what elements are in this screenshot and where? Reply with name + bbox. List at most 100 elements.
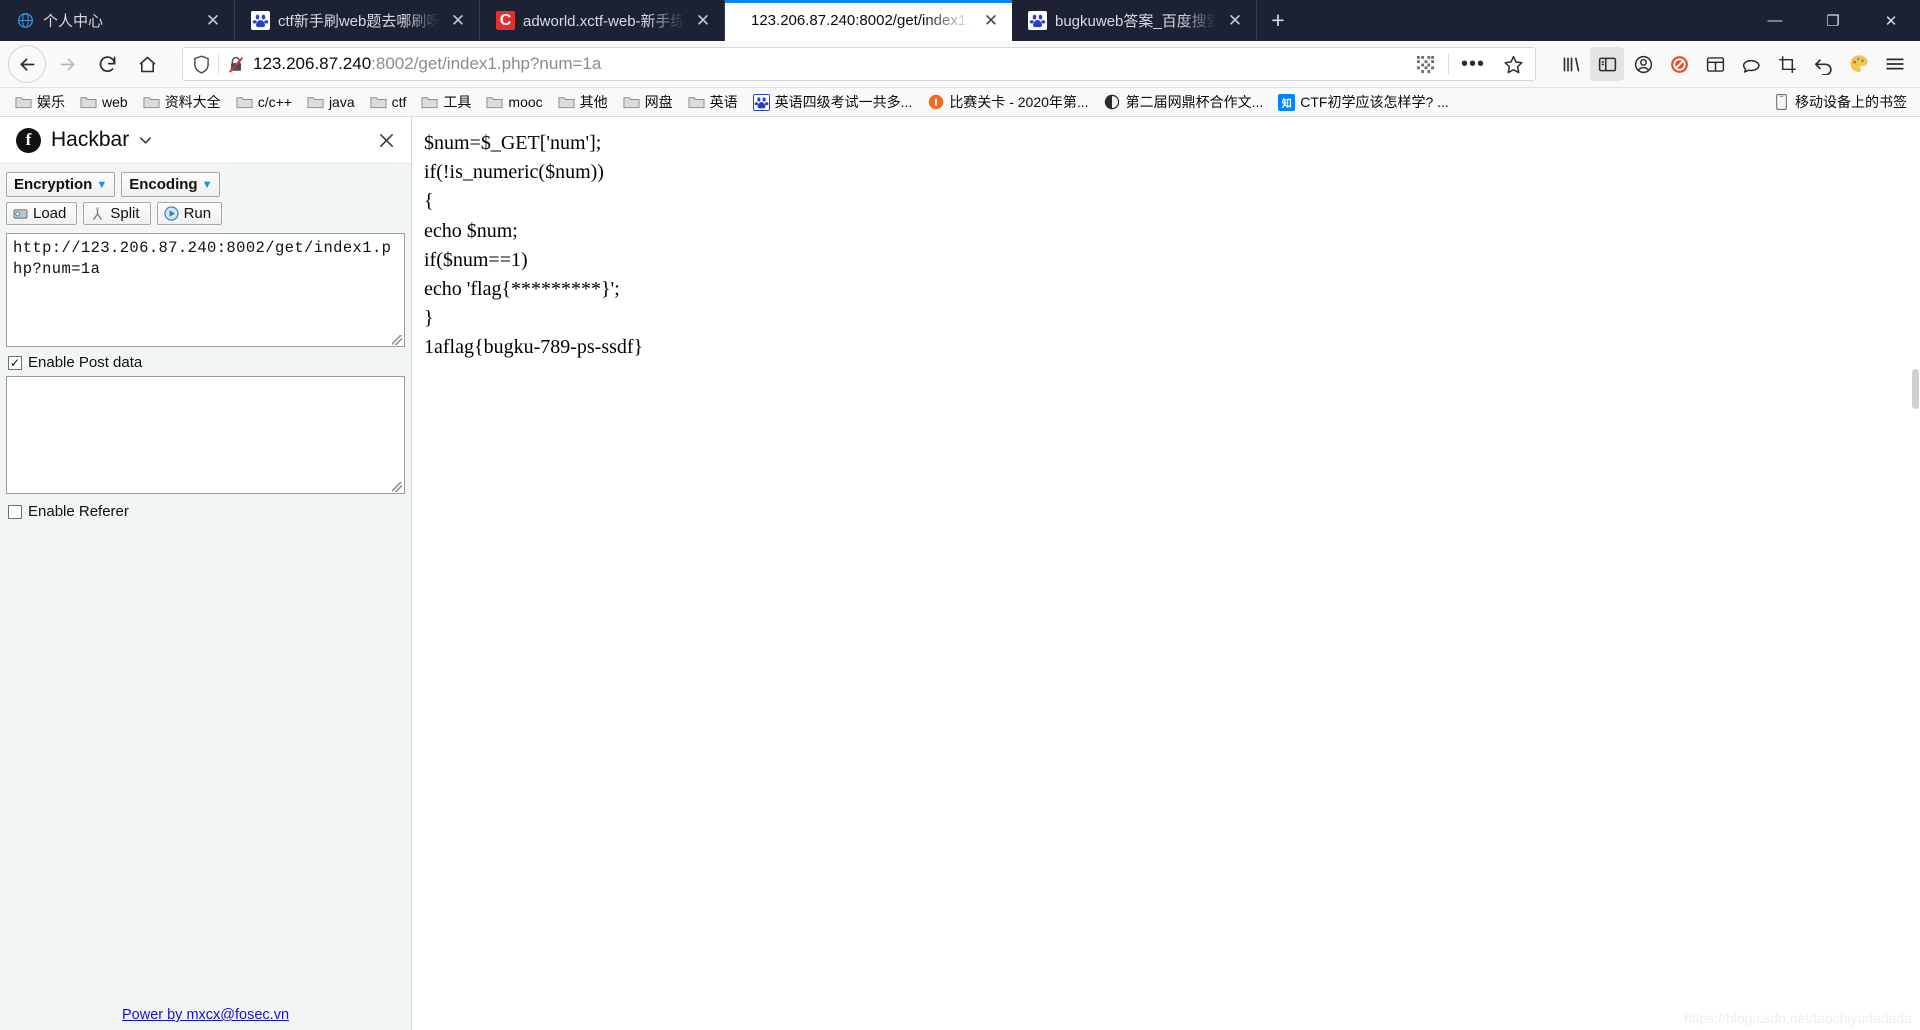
chat-bubble-icon[interactable]: [1734, 47, 1768, 81]
hackbar-credit-link[interactable]: Power by mxcx@fosec.vn: [122, 1007, 289, 1023]
account-circle-icon[interactable]: [1626, 47, 1660, 81]
browser-tab[interactable]: C adworld.xctf-web-新手练习区 ✕: [480, 0, 725, 41]
tab-close-icon[interactable]: ✕: [692, 10, 714, 32]
maximize-button[interactable]: ❐: [1804, 0, 1862, 41]
baidu-icon: [752, 93, 770, 111]
browser-tab[interactable]: bugkuweb答案_百度搜索 ✕: [1012, 0, 1257, 41]
enable-referer-row[interactable]: Enable Referer: [8, 503, 405, 520]
resize-grip-icon[interactable]: [392, 482, 402, 492]
load-label: Load: [33, 205, 67, 222]
qr-code-icon[interactable]: [1410, 55, 1440, 74]
bookmark-item[interactable]: 比赛关卡 - 2020年第...: [921, 92, 1094, 113]
folder-icon: [80, 94, 97, 111]
chevron-down-icon: ▼: [201, 178, 213, 191]
encoding-label: Encoding: [129, 176, 198, 193]
bookmark-item[interactable]: 英语四级考试一共多...: [747, 92, 919, 113]
bookmark-item[interactable]: web: [74, 92, 134, 113]
enable-referer-checkbox[interactable]: [8, 504, 22, 519]
bookmark-item[interactable]: 其他: [552, 92, 614, 113]
url-host: 123.206.87.240: [253, 54, 372, 73]
browser-tab[interactable]: ctf新手刷web题去哪刷呀_百度 ✕: [235, 0, 480, 41]
bookmark-item[interactable]: 网盘: [617, 92, 679, 113]
tab-close-icon[interactable]: ✕: [447, 10, 469, 32]
split-button[interactable]: Split: [83, 202, 151, 225]
back-arrow-icon[interactable]: [8, 45, 46, 83]
new-tab-button[interactable]: +: [1257, 0, 1299, 41]
tab-strip: 个人中心 ✕ ctf新手刷web题去哪刷呀_百度 ✕ C adworld.xct…: [0, 0, 1920, 41]
hackbar-body: Encryption ▼ Encoding ▼ Load Split Run h…: [0, 164, 411, 525]
browser-tab[interactable]: 个人中心 ✕: [0, 0, 235, 41]
page-actions-ellipsis-icon[interactable]: •••: [1457, 53, 1489, 76]
ad-blocker-icon[interactable]: [1662, 47, 1696, 81]
run-button[interactable]: Run: [156, 202, 223, 225]
bookmark-item[interactable]: c/c++: [230, 92, 298, 113]
page-scrollbar[interactable]: [1911, 117, 1920, 1030]
urlbar-divider: [1448, 54, 1449, 74]
enable-post-data-row[interactable]: ✓ Enable Post data: [8, 354, 405, 371]
mobile-bookmarks-item[interactable]: 移动设备上的书签: [1773, 94, 1911, 111]
screenshot-crop-icon[interactable]: [1770, 47, 1804, 81]
forward-arrow-icon[interactable]: [48, 45, 86, 83]
bookmark-item[interactable]: java: [301, 92, 361, 113]
tab-title: 123.206.87.240:8002/get/index1.: [751, 12, 971, 29]
bookmark-item[interactable]: 知 CTF初学应该怎样学? ...: [1272, 92, 1455, 113]
insecure-lock-crossed-icon[interactable]: [227, 55, 245, 74]
bookmark-item[interactable]: 英语: [682, 92, 744, 113]
resize-grip-icon[interactable]: [392, 335, 402, 345]
page-viewport: $num=$_GET['num']; if(!is_numeric($num))…: [412, 117, 1920, 1030]
star-bookmark-icon[interactable]: [1497, 54, 1529, 75]
close-icon[interactable]: [378, 132, 395, 149]
tab-close-icon[interactable]: ✕: [980, 10, 1002, 32]
bookmark-item[interactable]: mooc: [480, 92, 548, 113]
home-icon[interactable]: [128, 45, 166, 83]
hamburger-menu-icon[interactable]: [1878, 47, 1912, 81]
chevron-down-icon[interactable]: [139, 135, 152, 145]
bookmark-label: 其他: [579, 94, 608, 110]
close-window-button[interactable]: ✕: [1862, 0, 1920, 41]
reload-icon[interactable]: [88, 45, 126, 83]
folder-icon: [307, 94, 324, 111]
mobile-device-icon: [1773, 94, 1790, 111]
split-icon: [89, 206, 106, 221]
encoding-dropdown-button[interactable]: Encoding ▼: [121, 172, 221, 197]
sidebar-toggle-icon[interactable]: [1590, 47, 1624, 81]
hackbar-title: Hackbar: [51, 128, 130, 151]
post-textarea-wrapper: [6, 376, 405, 494]
color-palette-icon[interactable]: [1842, 47, 1876, 81]
run-play-icon: [163, 206, 180, 221]
bookmark-label: 比赛关卡 - 2020年第...: [949, 94, 1089, 110]
encryption-dropdown-button[interactable]: Encryption ▼: [6, 172, 116, 197]
navigation-toolbar: 123.206.87.240:8002/get/index1.php?num=1…: [0, 41, 1920, 88]
bookmark-label: 网盘: [644, 94, 673, 110]
enable-post-data-checkbox[interactable]: ✓: [8, 355, 22, 370]
tab-close-icon[interactable]: ✕: [1224, 10, 1246, 32]
bookmark-label: 第二届网鼎杯合作文...: [1125, 94, 1264, 110]
load-button[interactable]: Load: [6, 202, 78, 225]
post-data-input[interactable]: [6, 376, 405, 494]
folder-icon: [623, 94, 640, 111]
extension-panel-icon[interactable]: [1698, 47, 1732, 81]
enable-referer-label: Enable Referer: [28, 503, 129, 520]
minimize-button[interactable]: —: [1746, 0, 1804, 41]
address-bar[interactable]: 123.206.87.240:8002/get/index1.php?num=1…: [182, 47, 1536, 81]
shield-icon[interactable]: [193, 54, 210, 74]
bookmark-item[interactable]: ctf: [364, 92, 413, 113]
tab-close-icon[interactable]: ✕: [202, 10, 224, 32]
folder-icon: [15, 94, 32, 111]
browser-tab-active[interactable]: 123.206.87.240:8002/get/index1. ✕: [725, 0, 1012, 41]
bookmark-label: 工具: [443, 94, 472, 110]
library-icon[interactable]: [1554, 47, 1588, 81]
bookmark-item[interactable]: 资料大全: [137, 92, 227, 113]
zhihu-icon: 知: [1278, 93, 1296, 111]
mobile-bookmarks-label: 移动设备上的书签: [1795, 94, 1907, 110]
baidu-icon: [251, 11, 270, 30]
url-text[interactable]: 123.206.87.240:8002/get/index1.php?num=1…: [253, 54, 1402, 74]
run-label: Run: [183, 205, 212, 222]
bookmark-item[interactable]: 第二届网鼎杯合作文...: [1098, 92, 1270, 113]
globe-icon: [16, 11, 35, 30]
url-input[interactable]: http://123.206.87.240:8002/get/index1.ph…: [6, 233, 405, 347]
scrollbar-thumb[interactable]: [1912, 369, 1919, 409]
bookmark-item[interactable]: 娱乐: [9, 92, 71, 113]
undo-arrow-icon[interactable]: [1806, 47, 1840, 81]
bookmark-item[interactable]: 工具: [415, 92, 477, 113]
